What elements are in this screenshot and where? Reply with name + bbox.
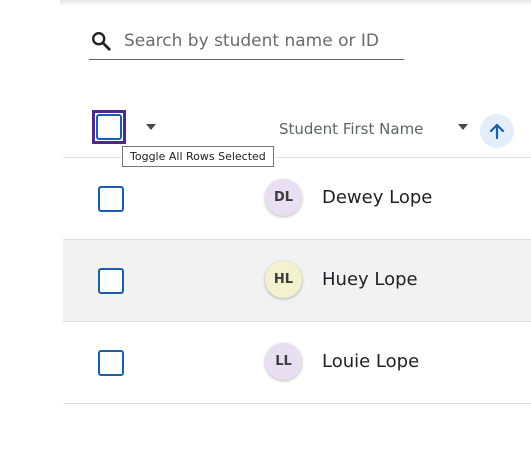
student-name[interactable]: Louie Lope (322, 351, 419, 372)
row-checkbox[interactable] (98, 186, 124, 212)
avatar: HL (265, 261, 302, 298)
select-all-focus-ring (92, 110, 126, 144)
search-bar (89, 26, 404, 60)
table-row[interactable]: LL Louie Lope (63, 322, 531, 404)
caret-down-icon[interactable] (146, 124, 156, 130)
search-input[interactable] (124, 28, 394, 54)
column-header-student-first-name[interactable]: Student First Name (279, 120, 423, 138)
student-name[interactable]: Dewey Lope (322, 187, 432, 208)
sort-ascending-button[interactable] (480, 114, 514, 148)
select-all-checkbox[interactable] (96, 114, 122, 140)
row-checkbox[interactable] (98, 268, 124, 294)
table-row[interactable]: HL Huey Lope (63, 240, 531, 322)
tooltip: Toggle All Rows Selected (122, 146, 274, 167)
search-icon (92, 32, 111, 51)
arrow-up-icon (489, 123, 505, 140)
student-name[interactable]: Huey Lope (322, 269, 418, 290)
table-row[interactable]: DL Dewey Lope (63, 158, 531, 240)
avatar: LL (265, 343, 302, 380)
avatar: DL (265, 179, 302, 216)
student-list-page: Student First Name Toggle All Rows Selec… (0, 0, 531, 456)
top-shadow (60, 0, 531, 6)
row-checkbox[interactable] (98, 350, 124, 376)
caret-down-icon[interactable] (458, 124, 468, 130)
